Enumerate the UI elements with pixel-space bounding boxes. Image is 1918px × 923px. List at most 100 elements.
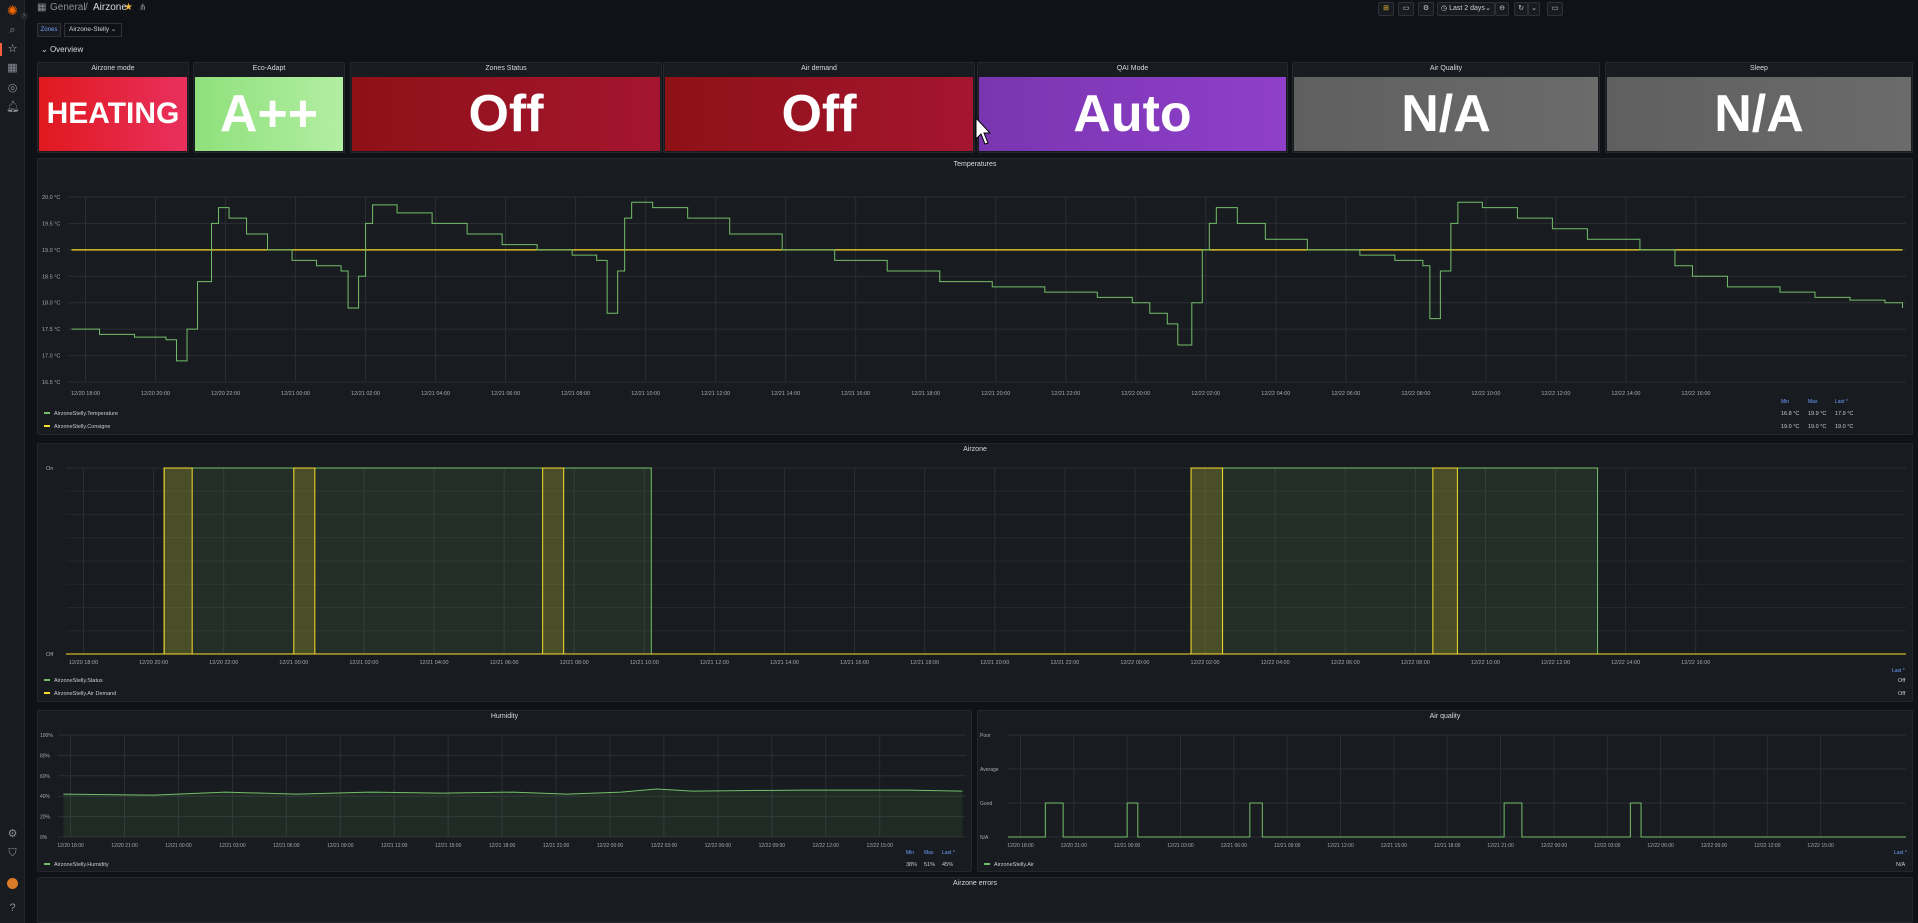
y-tick-label: 19.5 °C — [42, 221, 60, 227]
zoom-out-icon[interactable]: ⊖ — [1495, 2, 1509, 16]
row-overview[interactable]: ⌄ Overview — [41, 45, 83, 54]
panel-title: Airzone mode — [91, 65, 135, 72]
dashboards-icon[interactable]: ▦ — [6, 62, 19, 75]
breadcrumb-separator: / — [85, 2, 88, 13]
x-tick-label: 12/21 02:00 — [351, 391, 380, 397]
row-collapse-icon: ⌄ — [41, 45, 50, 54]
x-tick-label: 12/22 02:00 — [1191, 660, 1220, 666]
panel-title: QAI Mode — [1116, 65, 1149, 72]
legend-last: N/A — [1896, 862, 1906, 868]
x-tick-label: 12/21 10:00 — [630, 660, 659, 666]
air-demand-on-area — [1190, 467, 1224, 655]
stat-panel[interactable]: QAI Mode Auto — [977, 62, 1288, 153]
legend-header: Min — [906, 850, 914, 856]
refresh-interval-chevron-icon[interactable]: ⌄ — [1528, 2, 1540, 16]
y-tick-label: Good — [980, 801, 992, 807]
legend-last: Off — [1898, 678, 1906, 684]
legend-swatch — [44, 425, 50, 427]
airzone-panel[interactable]: Airzone On Off 12/20 18:00 12/20 20:00 12/20… — [37, 443, 1913, 702]
save-icon[interactable]: ▭ — [1398, 2, 1414, 16]
legend-label: AirzoneStelly.Status — [54, 678, 103, 684]
legend-swatch — [44, 679, 50, 681]
avatar[interactable] — [7, 878, 18, 889]
row-title: Overview — [49, 45, 84, 54]
star-icon[interactable]: ★ — [124, 2, 133, 13]
airzone-errors-panel[interactable]: Airzone errors — [37, 877, 1913, 923]
x-tick-label: 12/22 00:00 — [1541, 843, 1568, 849]
panel-title: Air demand — [801, 65, 837, 72]
x-tick-label: 12/21 18:00 — [910, 660, 939, 666]
air-demand-on-area — [1432, 467, 1458, 655]
x-tick-label: 12/22 12:00 — [813, 843, 840, 849]
y-tick-label: 20% — [40, 815, 51, 821]
side-nav: ✺ › ⌕ ☆ ▦ ◎ 🔔︎ ⚙ ⛉ ? — [0, 0, 28, 923]
explore-icon[interactable]: ◎ — [6, 82, 19, 95]
x-tick-label: 12/22 06:00 — [705, 843, 732, 849]
humidity-panel[interactable]: Humidity 100% 80% 60% 40% 20% 0% 12/20 18:00 12… — [37, 710, 972, 872]
tv-mode-icon[interactable]: ▭ — [1547, 2, 1563, 16]
x-tick-label: 12/21 14:00 — [770, 660, 799, 666]
x-tick-label: 12/22 04:00 — [1261, 391, 1290, 397]
x-tick-label: 12/22 04:00 — [1261, 660, 1290, 666]
shield-icon[interactable]: ⛉ — [6, 847, 19, 860]
legend-label: AirzoneStelly.Air — [994, 862, 1034, 868]
y-tick-label: On — [46, 466, 53, 472]
legend-swatch — [984, 863, 990, 865]
x-tick-label: 12/22 15:00 — [1807, 843, 1834, 849]
time-range-label: Last 2 days — [1449, 5, 1485, 12]
legend-swatch — [44, 412, 50, 414]
temperature-series-line — [71, 201, 1903, 362]
stat-value: Auto — [979, 77, 1286, 151]
x-tick-label: 12/20 21:00 — [111, 843, 138, 849]
y-tick-label: 20.0 °C — [42, 195, 60, 201]
x-tick-label: 12/21 22:00 — [1051, 391, 1080, 397]
alerting-icon[interactable]: 🔔︎ — [6, 101, 20, 114]
x-tick-label: 12/20 18:00 — [1007, 843, 1034, 849]
gear-icon[interactable]: ⚙ — [1418, 2, 1434, 16]
refresh-icon[interactable]: ↻ — [1514, 2, 1528, 16]
x-tick-label: 12/21 21:00 — [543, 843, 570, 849]
time-picker[interactable]: ◷ Last 2 days ⌄ — [1437, 2, 1495, 16]
settings-icon[interactable]: ⚙ — [6, 828, 19, 841]
breadcrumb-folder[interactable]: General — [50, 2, 86, 13]
x-tick-label: 12/22 06:00 — [1331, 660, 1360, 666]
legend-header: Max — [924, 850, 934, 856]
x-tick-label: 12/22 12:00 — [1541, 660, 1570, 666]
x-tick-label: 12/21 16:00 — [841, 391, 870, 397]
temperatures-panel[interactable]: Temperatures 20.0 °C 19.5 °C 19.0 °C 18.5 °… — [37, 158, 1913, 435]
x-tick-label: 12/22 08:00 — [1401, 391, 1430, 397]
grafana-logo-icon[interactable]: ✺ — [6, 4, 19, 17]
stat-panel[interactable]: Airzone mode HEATING — [37, 62, 189, 153]
legend-header: Last * — [942, 850, 955, 856]
x-tick-label: 12/22 15:00 — [866, 843, 893, 849]
add-panel-icon[interactable]: ⊞ — [1378, 2, 1394, 16]
zones-variable-select[interactable]: Airzone-Stelly ⌄ — [64, 23, 122, 37]
temperatures-chart: 20.0 °C 19.5 °C 19.0 °C 18.5 °C 18.0 °C 17.5 … — [42, 195, 1906, 430]
x-tick-label: 12/21 12:00 — [700, 660, 729, 666]
y-tick-label: 100% — [40, 733, 53, 739]
help-icon[interactable]: ? — [6, 902, 19, 915]
zones-variable-value: Airzone-Stelly — [69, 26, 110, 33]
stat-panel[interactable]: Air demand Off — [663, 62, 975, 153]
stat-panel[interactable]: Air Quality N/A — [1292, 62, 1600, 153]
x-tick-label: 12/22 02:00 — [1191, 391, 1220, 397]
stat-panel[interactable]: Zones Status Off — [350, 62, 662, 153]
stat-panel[interactable]: Eco-Adapt A++ — [193, 62, 345, 153]
y-tick-label: N/A — [980, 835, 989, 841]
x-tick-label: 12/21 22:00 — [1050, 660, 1079, 666]
air-quality-panel[interactable]: Air quality Poor Average Good N/A 12/20 18:0… — [977, 710, 1913, 872]
search-icon[interactable]: ⌕ — [6, 24, 19, 37]
x-tick-label: 12/21 18:00 — [911, 391, 940, 397]
x-tick-label: 12/21 04:00 — [419, 660, 448, 666]
legend-max: 51% — [924, 862, 935, 868]
x-tick-label: 12/21 18:00 — [1434, 843, 1461, 849]
x-tick-label: 12/22 03:00 — [651, 843, 678, 849]
breadcrumb-dashboard[interactable]: Airzone — [93, 2, 127, 13]
share-icon[interactable]: ⋔ — [139, 2, 147, 13]
x-tick-label: 12/22 16:00 — [1681, 391, 1710, 397]
stat-panel[interactable]: Sleep N/A — [1605, 62, 1913, 153]
x-tick-label: 12/22 10:00 — [1471, 391, 1500, 397]
x-tick-label: 12/21 20:00 — [981, 391, 1010, 397]
x-tick-label: 12/21 18:00 — [489, 843, 516, 849]
starred-icon[interactable]: ☆ — [6, 43, 19, 56]
